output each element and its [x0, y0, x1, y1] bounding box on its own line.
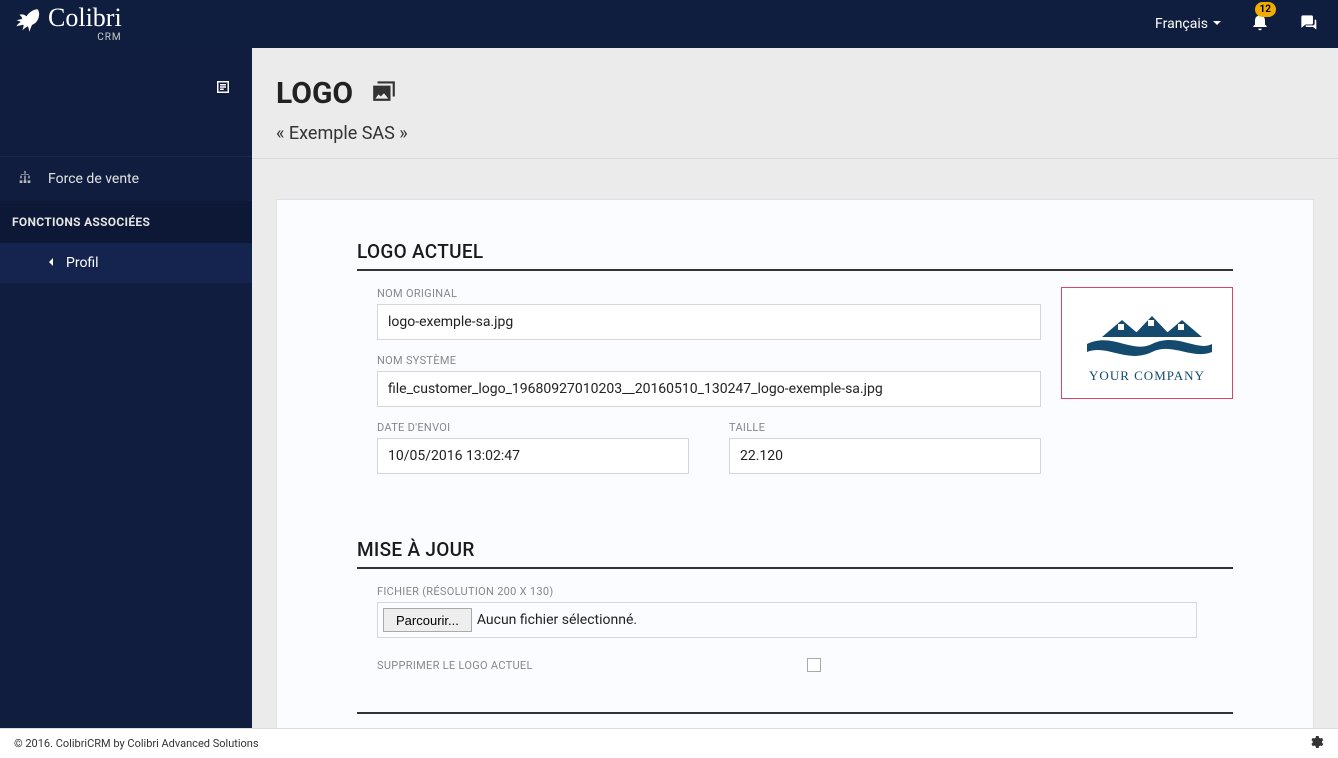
language-label: Français	[1155, 16, 1208, 32]
brand[interactable]: Colibri CRM	[8, 5, 122, 43]
label-date-envoi: DATE D'ENVOI	[377, 421, 689, 434]
logo-preview-text: YOUR COMPANY	[1089, 368, 1205, 384]
sidebar-item-force-de-vente[interactable]: Force de vente	[0, 156, 252, 201]
sidebar-item-label: Force de vente	[48, 171, 139, 187]
logo-preview: YOUR COMPANY	[1061, 287, 1233, 399]
footer-text: © 2016. ColibriCRM by Colibri Advanced S…	[14, 737, 259, 750]
sidebar-top	[0, 48, 252, 156]
main-content: LOGO « Exemple SAS » LOGO ACTUEL NOM ORI…	[252, 48, 1338, 728]
settings-button[interactable]	[1308, 734, 1324, 753]
value-nom-original: logo-exemple-sa.jpg	[377, 304, 1041, 340]
label-taille: TAILLE	[729, 421, 1041, 434]
navbar-right: Français 12	[1155, 12, 1318, 36]
gear-icon	[1308, 740, 1324, 753]
sidebar: Force de vente FONCTIONS ASSOCIÉES Profi…	[0, 48, 252, 728]
label-supprimer-logo: SUPPRIMER LE LOGO ACTUEL	[377, 659, 777, 672]
bottom-divider	[357, 712, 1233, 714]
content-card: LOGO ACTUEL NOM ORIGINAL logo-exemple-sa…	[276, 199, 1314, 728]
value-nom-systeme: file_customer_logo_19680927010203__20160…	[377, 371, 1041, 407]
image-icon	[371, 76, 397, 111]
chevron-left-icon	[46, 255, 56, 271]
notifications-button[interactable]: 12	[1250, 12, 1270, 36]
brand-name: Colibri	[48, 5, 122, 31]
chat-button[interactable]	[1298, 12, 1318, 36]
footer: © 2016. ColibriCRM by Colibri Advanced S…	[0, 728, 1338, 758]
checkbox-supprimer-logo[interactable]	[807, 658, 821, 672]
sidebar-sub-profil[interactable]: Profil	[0, 243, 252, 283]
label-nom-original: NOM ORIGINAL	[377, 287, 1041, 300]
section-logo-actuel-title: LOGO ACTUEL	[357, 240, 1233, 271]
page-title-row: LOGO	[276, 76, 1314, 111]
value-taille: 22.120	[729, 438, 1041, 474]
notifications-badge: 12	[1255, 2, 1276, 17]
sidebar-sub-label: Profil	[66, 255, 99, 271]
colibri-icon	[8, 5, 42, 43]
file-status-text: Aucun fichier sélectionné.	[477, 603, 1196, 637]
language-selector[interactable]: Français	[1155, 16, 1222, 32]
file-input-row: Parcourir... Aucun fichier sélectionné.	[377, 602, 1197, 638]
label-nom-systeme: NOM SYSTÈME	[377, 354, 1041, 367]
page-subtitle: « Exemple SAS »	[276, 123, 1314, 144]
value-date-envoi: 10/05/2016 13:02:47	[377, 438, 689, 474]
brand-sub: CRM	[48, 33, 122, 43]
label-fichier: FICHIER (RÉSOLUTION 200 X 130)	[377, 585, 1197, 598]
sitemap-icon	[16, 169, 34, 189]
sidebar-section-title: FONCTIONS ASSOCIÉES	[0, 201, 252, 243]
page-title: LOGO	[276, 76, 353, 111]
contact-card-icon[interactable]	[214, 78, 232, 100]
section-mise-a-jour-title: MISE À JOUR	[357, 538, 1233, 569]
page-header: LOGO « Exemple SAS »	[252, 48, 1338, 159]
top-navbar: Colibri CRM Français 12	[0, 0, 1338, 48]
chevron-down-icon	[1212, 16, 1222, 32]
browse-button[interactable]: Parcourir...	[383, 608, 472, 632]
